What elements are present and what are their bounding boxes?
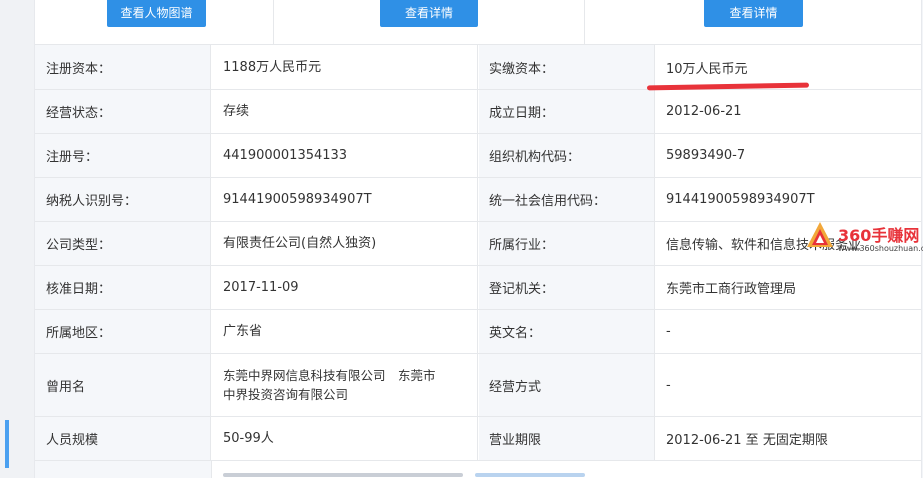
view-person-graph-button[interactable]: 查看人物图谱 xyxy=(107,0,206,27)
english-name-label: 英文名： xyxy=(479,310,655,353)
company-type-value: 有限责任公司(自然人独资) xyxy=(212,222,478,265)
company-info-panel: 查看人物图谱 查看详情 查看详情 注册资本： 1188万人民币元 实缴资本： 1… xyxy=(34,0,923,478)
established-date-value: 2012-06-21 xyxy=(666,104,742,119)
table-row: 核准日期： 2017-11-09 登记机关： 东莞市工商行政管理局 xyxy=(35,266,921,310)
business-term-value: 2012-06-21 至 无固定期限 xyxy=(666,433,828,448)
action-button-row: 查看人物图谱 查看详情 查看详情 xyxy=(35,0,921,45)
former-name-line-1: 东莞中界网信息科技有限公司 东莞市 xyxy=(223,368,436,383)
table-row: 公司类型： 有限责任公司(自然人独资) 所属行业： 信息传输、软件和信息技术服务… xyxy=(35,222,921,266)
table-row: 纳税人识别号： 91441900598934907T 统一社会信用代码： 914… xyxy=(35,178,921,222)
business-mode-label: 经营方式 xyxy=(479,354,655,416)
organization-code-value: 59893490-7 xyxy=(666,148,746,163)
business-status-value: 存续 xyxy=(212,90,478,133)
partial-row-link xyxy=(475,473,585,477)
industry-label: 所属行业： xyxy=(479,222,655,265)
registration-number-label: 注册号： xyxy=(35,134,211,177)
credit-code-value: 91441900598934907T xyxy=(666,192,815,207)
watermark-title: 360手赚网 xyxy=(838,226,920,245)
former-name-line-2: 中界投资咨询有限公司 xyxy=(223,387,349,402)
registration-number-value: 441900001354133 xyxy=(212,134,478,177)
sidebar-active-indicator xyxy=(5,420,9,468)
region-label: 所属地区： xyxy=(35,310,211,353)
staff-size-label: 人员规模 xyxy=(35,417,211,460)
english-name-value: - xyxy=(666,324,671,339)
table-row-partial xyxy=(35,461,921,478)
partial-row-label-cell xyxy=(35,461,212,478)
table-row: 曾用名 东莞中界网信息科技有限公司 东莞市 中界投资咨询有限公司 经营方式 - xyxy=(35,354,921,417)
region-value: 广东省 xyxy=(212,310,478,353)
taxpayer-id-label: 纳税人识别号： xyxy=(35,178,211,221)
business-term-label: 营业期限 xyxy=(479,417,655,460)
business-mode-value: - xyxy=(666,377,671,393)
table-row: 所属地区： 广东省 英文名： - xyxy=(35,310,921,354)
staff-size-value: 50-99人 xyxy=(212,417,478,460)
former-name-label: 曾用名 xyxy=(35,354,211,416)
credit-code-label: 统一社会信用代码： xyxy=(479,178,655,221)
watermark-url: www.360shouzhuan.com xyxy=(838,244,923,253)
button-cell-3: 查看详情 xyxy=(585,0,921,44)
approval-date-value: 2017-11-09 xyxy=(212,266,478,309)
taxpayer-id-value: 91441900598934907T xyxy=(212,178,478,221)
approval-date-label: 核准日期： xyxy=(35,266,211,309)
paid-in-capital-label: 实缴资本： xyxy=(479,45,655,89)
business-status-label: 经营状态： xyxy=(35,90,211,133)
view-details-button-1[interactable]: 查看详情 xyxy=(380,0,478,27)
registered-capital-value: 1188万人民币元 xyxy=(212,45,478,89)
watermark-logo-icon xyxy=(807,222,833,247)
established-date-label: 成立日期： xyxy=(479,90,655,133)
table-row: 人员规模 50-99人 营业期限 2012-06-21 至 无固定期限 xyxy=(35,417,921,461)
organization-code-label: 组织机构代码： xyxy=(479,134,655,177)
registration-authority-label: 登记机关： xyxy=(479,266,655,309)
partial-row-text xyxy=(223,473,463,477)
former-name-value: 东莞中界网信息科技有限公司 东莞市 中界投资咨询有限公司 xyxy=(212,354,478,416)
registration-authority-value: 东莞市工商行政管理局 xyxy=(666,282,797,297)
registered-capital-label: 注册资本： xyxy=(35,45,211,89)
company-type-label: 公司类型： xyxy=(35,222,211,265)
view-details-button-2[interactable]: 查看详情 xyxy=(704,0,803,27)
table-row: 注册号： 441900001354133 组织机构代码： 59893490-7 xyxy=(35,134,921,178)
table-row: 经营状态： 存续 成立日期： 2012-06-21 xyxy=(35,90,921,134)
button-cell-1: 查看人物图谱 xyxy=(35,0,274,44)
button-cell-2: 查看详情 xyxy=(274,0,585,44)
watermark: 360手赚网 www.360shouzhuan.com xyxy=(805,218,923,262)
left-sidebar xyxy=(0,0,35,478)
